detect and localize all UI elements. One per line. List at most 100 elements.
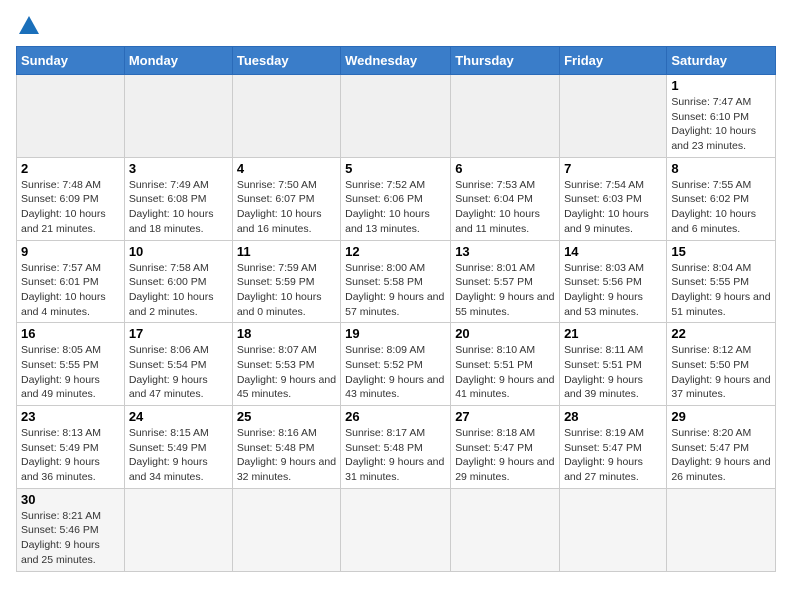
calendar-cell: 18 Sunrise: 8:07 AM Sunset: 5:53 PM Dayli… <box>232 323 340 406</box>
day-info: Sunrise: 7:59 AM Sunset: 5:59 PM Dayligh… <box>237 261 336 320</box>
day-header-saturday: Saturday <box>667 47 776 75</box>
day-number: 17 <box>129 326 228 341</box>
calendar-cell: 27 Sunrise: 8:18 AM Sunset: 5:47 PM Dayli… <box>451 406 560 489</box>
day-number: 9 <box>21 244 120 259</box>
day-info: Sunrise: 8:11 AM Sunset: 5:51 PM Dayligh… <box>564 343 662 402</box>
day-number: 30 <box>21 492 120 507</box>
day-header-friday: Friday <box>560 47 667 75</box>
day-number: 6 <box>455 161 555 176</box>
day-header-tuesday: Tuesday <box>232 47 340 75</box>
day-number: 8 <box>671 161 771 176</box>
calendar-cell <box>341 488 451 571</box>
day-info: Sunrise: 8:19 AM Sunset: 5:47 PM Dayligh… <box>564 426 662 485</box>
day-number: 5 <box>345 161 446 176</box>
calendar-cell <box>232 488 340 571</box>
day-info: Sunrise: 7:47 AM Sunset: 6:10 PM Dayligh… <box>671 95 771 154</box>
calendar-cell <box>451 75 560 158</box>
day-number: 16 <box>21 326 120 341</box>
day-info: Sunrise: 7:49 AM Sunset: 6:08 PM Dayligh… <box>129 178 228 237</box>
calendar-cell: 8 Sunrise: 7:55 AM Sunset: 6:02 PM Daylig… <box>667 157 776 240</box>
day-info: Sunrise: 7:48 AM Sunset: 6:09 PM Dayligh… <box>21 178 120 237</box>
day-info: Sunrise: 7:52 AM Sunset: 6:06 PM Dayligh… <box>345 178 446 237</box>
calendar-cell: 14Sunrise: 8:03 AM Sunset: 5:56 PM Dayli… <box>560 240 667 323</box>
day-info: Sunrise: 8:10 AM Sunset: 5:51 PM Dayligh… <box>455 343 555 402</box>
calendar-table: SundayMondayTuesdayWednesdayThursdayFrid… <box>16 46 776 572</box>
calendar-cell: 3 Sunrise: 7:49 AM Sunset: 6:08 PM Daylig… <box>124 157 232 240</box>
day-number: 3 <box>129 161 228 176</box>
calendar-cell: 26Sunrise: 8:17 AM Sunset: 5:48 PM Dayli… <box>341 406 451 489</box>
day-header-sunday: Sunday <box>17 47 125 75</box>
day-info: Sunrise: 8:07 AM Sunset: 5:53 PM Dayligh… <box>237 343 336 402</box>
day-header-monday: Monday <box>124 47 232 75</box>
calendar-cell: 11 Sunrise: 7:59 AM Sunset: 5:59 PM Dayli… <box>232 240 340 323</box>
day-number: 13 <box>455 244 555 259</box>
day-info: Sunrise: 7:57 AM Sunset: 6:01 PM Dayligh… <box>21 261 120 320</box>
day-number: 23 <box>21 409 120 424</box>
day-info: Sunrise: 8:00 AM Sunset: 5:58 PM Dayligh… <box>345 261 446 320</box>
calendar-cell: 28 Sunrise: 8:19 AM Sunset: 5:47 PM Dayli… <box>560 406 667 489</box>
calendar-cell: 19 Sunrise: 8:09 AM Sunset: 5:52 PM Dayli… <box>341 323 451 406</box>
logo-triangle-icon <box>19 16 39 34</box>
day-info: Sunrise: 7:53 AM Sunset: 6:04 PM Dayligh… <box>455 178 555 237</box>
day-number: 24 <box>129 409 228 424</box>
calendar-cell: 29Sunrise: 8:20 AM Sunset: 5:47 PM Dayli… <box>667 406 776 489</box>
day-number: 11 <box>237 244 336 259</box>
day-number: 4 <box>237 161 336 176</box>
calendar-cell <box>341 75 451 158</box>
day-info: Sunrise: 7:50 AM Sunset: 6:07 PM Dayligh… <box>237 178 336 237</box>
day-info: Sunrise: 8:17 AM Sunset: 5:48 PM Dayligh… <box>345 426 446 485</box>
calendar-cell <box>560 488 667 571</box>
calendar-cell: 6 Sunrise: 7:53 AM Sunset: 6:04 PM Daylig… <box>451 157 560 240</box>
calendar-cell: 15Sunrise: 8:04 AM Sunset: 5:55 PM Dayli… <box>667 240 776 323</box>
day-info: Sunrise: 8:21 AM Sunset: 5:46 PM Dayligh… <box>21 509 120 568</box>
day-number: 1 <box>671 78 771 93</box>
calendar-cell: 2 Sunrise: 7:48 AM Sunset: 6:09 PM Daylig… <box>17 157 125 240</box>
calendar-cell: 25Sunrise: 8:16 AM Sunset: 5:48 PM Dayli… <box>232 406 340 489</box>
calendar-cell: 9 Sunrise: 7:57 AM Sunset: 6:01 PM Daylig… <box>17 240 125 323</box>
calendar-cell: 1 Sunrise: 7:47 AM Sunset: 6:10 PM Daylig… <box>667 75 776 158</box>
day-number: 27 <box>455 409 555 424</box>
day-info: Sunrise: 7:55 AM Sunset: 6:02 PM Dayligh… <box>671 178 771 237</box>
day-number: 18 <box>237 326 336 341</box>
calendar-cell: 13 Sunrise: 8:01 AM Sunset: 5:57 PM Dayli… <box>451 240 560 323</box>
calendar-cell: 20 Sunrise: 8:10 AM Sunset: 5:51 PM Dayli… <box>451 323 560 406</box>
day-info: Sunrise: 8:15 AM Sunset: 5:49 PM Dayligh… <box>129 426 228 485</box>
day-info: Sunrise: 8:01 AM Sunset: 5:57 PM Dayligh… <box>455 261 555 320</box>
day-info: Sunrise: 8:09 AM Sunset: 5:52 PM Dayligh… <box>345 343 446 402</box>
calendar-cell: 17 Sunrise: 8:06 AM Sunset: 5:54 PM Dayli… <box>124 323 232 406</box>
calendar-cell <box>451 488 560 571</box>
day-number: 7 <box>564 161 662 176</box>
calendar-cell <box>560 75 667 158</box>
day-info: Sunrise: 8:12 AM Sunset: 5:50 PM Dayligh… <box>671 343 771 402</box>
day-info: Sunrise: 7:54 AM Sunset: 6:03 PM Dayligh… <box>564 178 662 237</box>
calendar-cell: 23 Sunrise: 8:13 AM Sunset: 5:49 PM Dayli… <box>17 406 125 489</box>
day-number: 28 <box>564 409 662 424</box>
calendar-cell <box>124 75 232 158</box>
day-info: Sunrise: 7:58 AM Sunset: 6:00 PM Dayligh… <box>129 261 228 320</box>
calendar-cell: 30 Sunrise: 8:21 AM Sunset: 5:46 PM Dayli… <box>17 488 125 571</box>
calendar-cell: 10Sunrise: 7:58 AM Sunset: 6:00 PM Dayli… <box>124 240 232 323</box>
calendar-cell <box>232 75 340 158</box>
day-header-thursday: Thursday <box>451 47 560 75</box>
calendar-cell: 7 Sunrise: 7:54 AM Sunset: 6:03 PM Daylig… <box>560 157 667 240</box>
day-info: Sunrise: 8:06 AM Sunset: 5:54 PM Dayligh… <box>129 343 228 402</box>
day-number: 2 <box>21 161 120 176</box>
calendar-cell <box>124 488 232 571</box>
day-number: 19 <box>345 326 446 341</box>
calendar-header: SundayMondayTuesdayWednesdayThursdayFrid… <box>17 47 776 75</box>
calendar-cell: 24 Sunrise: 8:15 AM Sunset: 5:49 PM Dayli… <box>124 406 232 489</box>
day-number: 21 <box>564 326 662 341</box>
day-number: 25 <box>237 409 336 424</box>
day-info: Sunrise: 8:03 AM Sunset: 5:56 PM Dayligh… <box>564 261 662 320</box>
calendar-cell: 12 Sunrise: 8:00 AM Sunset: 5:58 PM Dayli… <box>341 240 451 323</box>
calendar-cell: 22Sunrise: 8:12 AM Sunset: 5:50 PM Dayli… <box>667 323 776 406</box>
day-header-wednesday: Wednesday <box>341 47 451 75</box>
day-number: 12 <box>345 244 446 259</box>
calendar-cell <box>667 488 776 571</box>
day-info: Sunrise: 8:18 AM Sunset: 5:47 PM Dayligh… <box>455 426 555 485</box>
day-info: Sunrise: 8:05 AM Sunset: 5:55 PM Dayligh… <box>21 343 120 402</box>
logo <box>16 16 39 36</box>
day-number: 20 <box>455 326 555 341</box>
header <box>16 16 776 36</box>
day-info: Sunrise: 8:13 AM Sunset: 5:49 PM Dayligh… <box>21 426 120 485</box>
